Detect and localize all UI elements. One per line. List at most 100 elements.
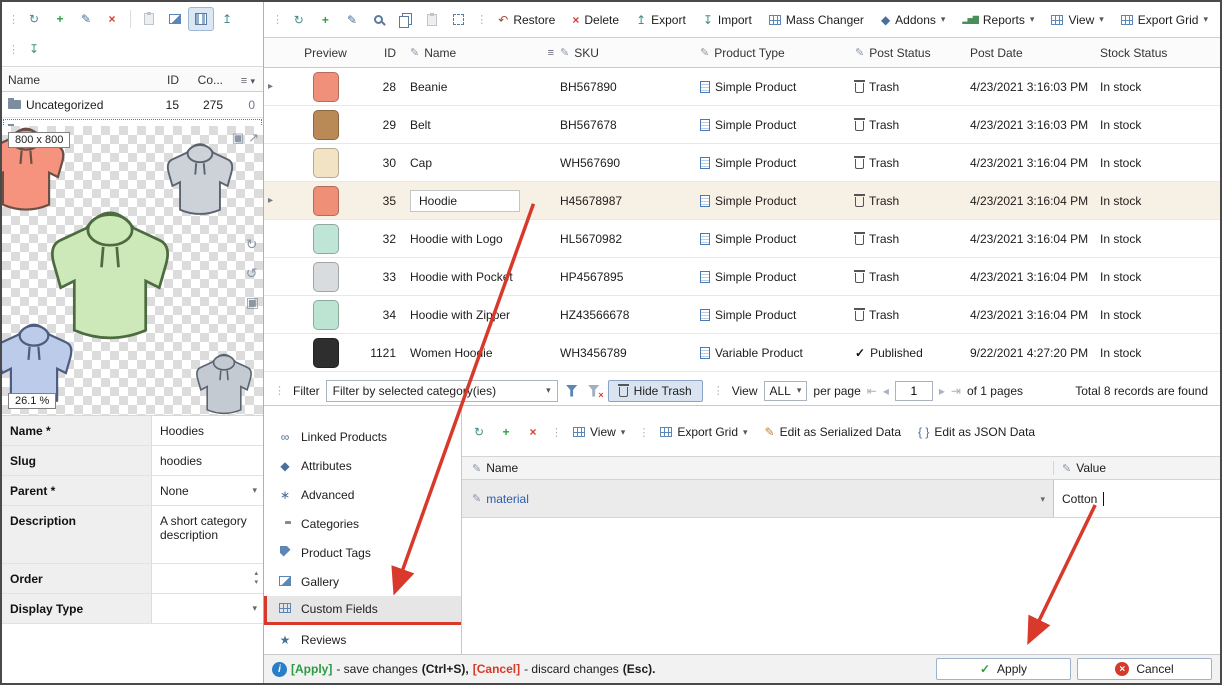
slug-field[interactable]: hoodies — [152, 446, 263, 475]
cancel-button[interactable]: ×Cancel — [1077, 658, 1212, 680]
add-custom-field-button[interactable]: + — [493, 420, 519, 444]
filter-category-dropdown[interactable]: Filter by selected category(ies)▾ — [326, 380, 558, 402]
table-row[interactable]: 34 Hoodie with Zipper HZ43566678 Simple … — [264, 296, 1220, 334]
edit-serialized-button[interactable]: ✎Edit as Serialized Data — [757, 422, 909, 442]
edit-product-button[interactable]: ✎ — [339, 8, 365, 32]
column-header-count[interactable]: Co... — [183, 73, 227, 87]
parent-dropdown[interactable]: None▾ — [152, 476, 263, 505]
table-row[interactable]: 32 Hoodie with Logo HL5670982 Simple Pro… — [264, 220, 1220, 258]
view-menu-button[interactable]: View▾ — [1043, 10, 1111, 30]
paste-button[interactable] — [419, 8, 445, 32]
grip-handle[interactable]: ⋮ — [270, 384, 287, 397]
table-row-selected[interactable]: ▸ 35 Hoodie H45678987 Simple Product Tra… — [264, 182, 1220, 220]
first-page-icon[interactable]: ⇤ — [867, 384, 877, 398]
tab-reviews[interactable]: ★Reviews — [264, 625, 461, 654]
tab-product-tags[interactable]: Product Tags — [264, 538, 461, 567]
next-page-icon[interactable]: ▸ — [939, 384, 945, 398]
spinner-up-icon[interactable]: ▴ — [254, 569, 258, 578]
apply-button[interactable]: ✓Apply — [936, 658, 1071, 680]
table-row[interactable]: 33 Hoodie with Pocket HP4567895 Simple P… — [264, 258, 1220, 296]
tab-linked-products[interactable]: ∞Linked Products — [264, 422, 461, 451]
search-button[interactable] — [366, 8, 392, 32]
column-header-name[interactable]: Name — [4, 73, 151, 87]
tab-custom-fields[interactable]: Custom Fields — [264, 596, 461, 625]
column-header-post-status[interactable]: ✎Post Status — [849, 46, 964, 60]
row-expander[interactable]: ▸ — [264, 195, 286, 206]
fit-image-icon[interactable]: ▣ — [246, 294, 259, 311]
prev-page-icon[interactable]: ◂ — [883, 384, 889, 398]
export-button[interactable]: ↥Export — [628, 10, 694, 30]
grip-handle[interactable]: ⋮ — [4, 13, 21, 26]
grip-handle[interactable]: ⋮ — [268, 13, 285, 26]
last-page-icon[interactable]: ⇥ — [951, 384, 961, 398]
column-header-sku[interactable]: ✎SKU — [554, 46, 694, 60]
hide-trash-toggle[interactable]: Hide Trash — [608, 380, 703, 402]
order-stepper[interactable]: ▴▾ — [152, 564, 263, 593]
export-grid-menu-button[interactable]: Export Grid▾ — [1113, 10, 1216, 30]
grip-handle[interactable]: ⋮ — [472, 13, 489, 26]
field-value-editor[interactable]: Cotton — [1053, 480, 1220, 517]
import-categories-button[interactable]: ↧ — [21, 37, 47, 61]
table-row[interactable]: 29 Belt BH567678 Simple Product Trash 4/… — [264, 106, 1220, 144]
tab-categories[interactable]: Categories — [264, 509, 461, 538]
import-button[interactable]: ↧Import — [695, 10, 760, 30]
custom-field-row[interactable]: ✎material▾ Cotton — [462, 480, 1220, 518]
column-header-preview[interactable]: Preview — [286, 46, 359, 60]
grip-handle[interactable]: ⋮ — [4, 43, 21, 56]
image-preview[interactable]: 800 x 800 26.1 % ▣ ↗ ↻ ↺ ▣ — [2, 126, 263, 416]
cf-export-grid-button[interactable]: Export Grid▾ — [652, 422, 755, 442]
mass-changer-button[interactable]: Mass Changer — [761, 10, 872, 30]
column-header-name[interactable]: ✎Name≡ — [404, 46, 554, 60]
export-categories-button[interactable]: ↥ — [214, 7, 240, 31]
edit-category-button[interactable]: ✎ — [73, 7, 99, 31]
display-type-dropdown[interactable]: ▾ — [152, 594, 263, 623]
name-field[interactable]: Hoodies — [152, 416, 263, 445]
edit-json-button[interactable]: { }Edit as JSON Data — [910, 422, 1043, 442]
chevron-down-icon[interactable]: ▾ — [1040, 494, 1045, 505]
category-row[interactable]: Uncategorized 15 275 0 — [2, 92, 263, 118]
delete-category-button[interactable]: × — [99, 7, 125, 31]
tab-advanced[interactable]: ∗Advanced — [264, 480, 461, 509]
column-header-post-date[interactable]: Post Date — [964, 46, 1094, 60]
spinner-down-icon[interactable]: ▾ — [254, 578, 258, 587]
tab-gallery[interactable]: Gallery — [264, 567, 461, 596]
delete-custom-field-button[interactable]: × — [520, 420, 546, 444]
column-header-stock-status[interactable]: Stock Status — [1094, 46, 1220, 60]
add-product-button[interactable]: + — [313, 8, 339, 32]
column-header-value[interactable]: ✎Value — [1053, 461, 1220, 475]
rotate-cw-icon[interactable]: ↻ — [246, 236, 259, 253]
apply-filter-button[interactable] — [564, 385, 580, 397]
grip-handle[interactable]: ⋮ — [547, 426, 564, 439]
delete-button[interactable]: ×Delete — [564, 10, 627, 30]
row-expander[interactable]: ▸ — [264, 81, 286, 92]
column-header-id[interactable]: ID — [151, 73, 183, 87]
tab-attributes[interactable]: ◆Attributes — [264, 451, 461, 480]
table-row[interactable]: ▸ 28 Beanie BH567890 Simple Product Tras… — [264, 68, 1220, 106]
cf-view-menu-button[interactable]: View▾ — [565, 422, 633, 442]
clear-filter-button[interactable]: × — [586, 385, 602, 397]
select-marquee-button[interactable] — [446, 8, 472, 32]
paste-button[interactable] — [136, 7, 162, 31]
per-page-dropdown[interactable]: ALL▾ — [764, 381, 808, 401]
open-external-icon[interactable]: ↗ — [248, 130, 259, 146]
table-row[interactable]: 30 Cap WH567690 Simple Product Trash 4/2… — [264, 144, 1220, 182]
fit-image-icon[interactable]: ▣ — [232, 130, 244, 146]
refresh-products-button[interactable]: ↻ — [286, 8, 312, 32]
restore-button[interactable]: ↶Restore — [490, 10, 563, 30]
column-header-id[interactable]: ID — [359, 46, 404, 60]
reports-menu-button[interactable]: ▂▅▇Reports▾ — [954, 10, 1042, 30]
image-button[interactable] — [162, 7, 188, 31]
compare-columns-button[interactable] — [188, 7, 214, 31]
column-header-sort[interactable]: ≡ ▾ — [227, 73, 261, 87]
grip-handle[interactable]: ⋮ — [709, 384, 726, 397]
add-category-button[interactable]: + — [47, 7, 73, 31]
page-number-input[interactable] — [895, 381, 933, 401]
refresh-categories-button[interactable]: ↻ — [21, 7, 47, 31]
description-field[interactable]: A short category description — [152, 506, 263, 563]
column-header-name[interactable]: ✎Name — [462, 461, 1053, 475]
addons-menu-button[interactable]: ◆Addons▾ — [873, 10, 953, 30]
name-cell-editor[interactable]: Hoodie — [410, 190, 520, 212]
column-header-product-type[interactable]: ✎Product Type — [694, 46, 849, 60]
table-row[interactable]: 1121 Women Hoodie WH3456789 Variable Pro… — [264, 334, 1220, 372]
grip-handle[interactable]: ⋮ — [634, 426, 651, 439]
